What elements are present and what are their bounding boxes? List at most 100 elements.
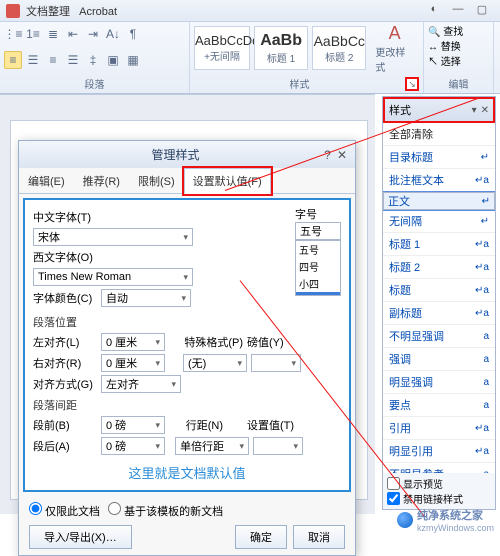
style-item-heading2[interactable]: AaBbCc标题 2 [312, 26, 366, 70]
style-list-item[interactable]: 不明显参考a [383, 463, 495, 473]
style-list-item[interactable]: 强调a [383, 348, 495, 371]
manage-styles-dialog: 管理样式 ? ✕ 编辑(E) 推荐(R) 限制(S) 设置默认值(F) 中文字体… [18, 140, 356, 556]
linespacing-select[interactable]: 单倍行距▾ [175, 437, 249, 455]
font-color-select[interactable]: 自动▾ [101, 289, 191, 307]
find-button[interactable]: 🔍 查找 [428, 25, 489, 40]
style-list-item[interactable]: 要点a [383, 394, 495, 417]
font-size-input[interactable]: 五号 [295, 222, 341, 240]
import-export-button[interactable]: 导入/导出(X)… [29, 525, 132, 549]
pane-dropdown-icon[interactable]: ▾ [472, 105, 477, 116]
style-list-item[interactable]: 标题↵a [383, 279, 495, 302]
style-list-item[interactable]: 正文↵ [383, 192, 495, 210]
tab-set-defaults[interactable]: 设置默认值(F) [184, 168, 271, 194]
style-list-item[interactable]: 目录标题↵ [383, 146, 495, 169]
numbering-button[interactable]: 1≡ [24, 25, 42, 43]
styles-pane: 样式 ▾ ✕ 全部清除目录标题↵批注框文本↵a正文↵无间隔↵标题 1↵a标题 2… [382, 96, 496, 510]
dialog-close-icon[interactable]: ✕ [337, 148, 347, 162]
tab-edit[interactable]: 编辑(E) [19, 168, 74, 193]
tab-recommend[interactable]: 推荐(R) [74, 168, 129, 193]
borders-button[interactable]: ▦ [124, 51, 142, 69]
style-list-item[interactable]: 全部清除 [383, 123, 495, 146]
style-list-item[interactable]: 标题 2↵a [383, 256, 495, 279]
styles-launcher-button[interactable]: ↘ [405, 77, 419, 91]
align-right-button[interactable]: ≡ [44, 51, 62, 69]
increase-indent-button[interactable]: ⇥ [84, 25, 102, 43]
disable-linked-checkbox[interactable]: 禁用链接样式 [387, 491, 491, 506]
style-list-item[interactable]: 不明显强调a [383, 325, 495, 348]
before-label: 段前(B) [33, 417, 97, 433]
by-input[interactable]: ▾ [251, 354, 301, 372]
style-list-item[interactable]: 明显引用↵a [383, 440, 495, 463]
style-list-item[interactable]: 标题 1↵a [383, 233, 495, 256]
dialog-help-icon[interactable]: ? [324, 148, 331, 162]
pane-close-icon[interactable]: ✕ [481, 105, 489, 116]
special-label: 特殊格式(P) [169, 334, 243, 350]
bullets-button[interactable]: ⋮≡ [4, 25, 22, 43]
left-indent-input[interactable]: 0 厘米▾ [101, 333, 165, 351]
align-center-button[interactable]: ☰ [24, 51, 42, 69]
minimize-button[interactable]: — [446, 3, 470, 19]
at-input[interactable]: ▾ [253, 437, 303, 455]
right-indent-input[interactable]: 0 厘米▾ [101, 354, 165, 372]
group-label-editing: 编辑 [428, 76, 489, 91]
title-text: 文档整理 Acrobat [26, 3, 422, 19]
change-styles-button[interactable]: A更改样式 [370, 28, 419, 68]
style-item-nospace[interactable]: AaBbCcDd+无间隔 [194, 26, 250, 70]
right-indent-label: 右对齐(R) [33, 355, 97, 371]
cancel-button[interactable]: 取消 [293, 525, 345, 549]
before-input[interactable]: 0 磅▾ [101, 416, 165, 434]
dialog-title: 管理样式 [27, 146, 324, 163]
ribbon: ⋮≡ 1≡ ≣ ⇤ ⇥ A↓ ¶ ≡ ☰ ≡ ☰ ‡ ▣ ▦ 段落 AaBbCc… [0, 22, 500, 94]
dialog-body: 中文字体(T) 宋体▾ 西文字体(O) Times New Roman▾ 字体颜… [23, 198, 351, 492]
para-position-header: 段落位置 [33, 314, 341, 330]
decrease-indent-button[interactable]: ⇤ [64, 25, 82, 43]
by-label: 磅值(Y) [247, 334, 284, 350]
ribbon-group-paragraph: ⋮≡ 1≡ ≣ ⇤ ⇥ A↓ ¶ ≡ ☰ ≡ ☰ ‡ ▣ ▦ 段落 [0, 22, 190, 93]
sort-button[interactable]: A↓ [104, 25, 122, 43]
watermark-logo-icon [397, 512, 413, 528]
maximize-button[interactable]: ▢ [470, 3, 494, 19]
left-indent-label: 左对齐(L) [33, 334, 97, 350]
linespacing-label: 行距(N) [169, 417, 223, 433]
tab-restrict[interactable]: 限制(S) [129, 168, 184, 193]
style-list-item[interactable]: 引用↵a [383, 417, 495, 440]
line-spacing-button[interactable]: ‡ [84, 51, 102, 69]
style-list-item[interactable]: 副标题↵a [383, 302, 495, 325]
shading-button[interactable]: ▣ [104, 51, 122, 69]
show-preview-checkbox[interactable]: 显示预览 [387, 476, 491, 491]
replace-button[interactable]: ↔ 替换 [428, 40, 489, 55]
align-select[interactable]: 左对齐▾ [101, 375, 181, 393]
cn-font-select[interactable]: 宋体▾ [33, 228, 193, 246]
style-item-heading1[interactable]: AaBb标题 1 [254, 26, 308, 70]
app-icon [6, 4, 20, 18]
dialog-tabs: 编辑(E) 推荐(R) 限制(S) 设置默认值(F) [19, 168, 355, 194]
only-this-doc-radio[interactable]: 仅限此文档 [29, 502, 100, 519]
watermark: 纯净系统之家kzmyWindows.com [397, 507, 494, 533]
multilevel-button[interactable]: ≣ [44, 25, 62, 43]
based-template-radio[interactable]: 基于该模板的新文档 [108, 502, 223, 519]
dialog-titlebar: 管理样式 ? ✕ [19, 141, 355, 168]
align-left-button[interactable]: ≡ [4, 51, 22, 69]
font-color-label: 字体颜色(C) [33, 290, 97, 306]
style-list-item[interactable]: 批注框文本↵a [383, 169, 495, 192]
annotation-note: 这里就是文档默认值 [33, 463, 341, 482]
styles-pane-footer: 显示预览 禁用链接样式 [383, 473, 495, 509]
after-input[interactable]: 0 磅▾ [101, 437, 165, 455]
west-font-select[interactable]: Times New Roman▾ [33, 268, 193, 286]
dialog-footer: 仅限此文档 基于该模板的新文档 [19, 496, 355, 525]
help-icon[interactable]: ◐ [422, 3, 446, 19]
show-marks-button[interactable]: ¶ [124, 25, 142, 43]
select-button[interactable]: ↖ 选择 [428, 55, 489, 70]
special-select[interactable]: (无)▾ [183, 354, 247, 372]
justify-button[interactable]: ☰ [64, 51, 82, 69]
style-list-item[interactable]: 无间隔↵ [383, 210, 495, 233]
at-label: 设置值(T) [247, 417, 294, 433]
ribbon-group-styles: AaBbCcDd+无间隔 AaBb标题 1 AaBbCc标题 2 A更改样式 样… [190, 22, 424, 93]
ok-button[interactable]: 确定 [235, 525, 287, 549]
after-label: 段后(A) [33, 438, 97, 454]
font-size-listbox[interactable]: 五号四号小四六号 [295, 240, 341, 296]
style-list-item[interactable]: 明显强调a [383, 371, 495, 394]
styles-list[interactable]: 全部清除目录标题↵批注框文本↵a正文↵无间隔↵标题 1↵a标题 2↵a标题↵a副… [383, 123, 495, 473]
group-label-paragraph: 段落 [4, 76, 185, 91]
para-spacing-header: 段落间距 [33, 397, 341, 413]
